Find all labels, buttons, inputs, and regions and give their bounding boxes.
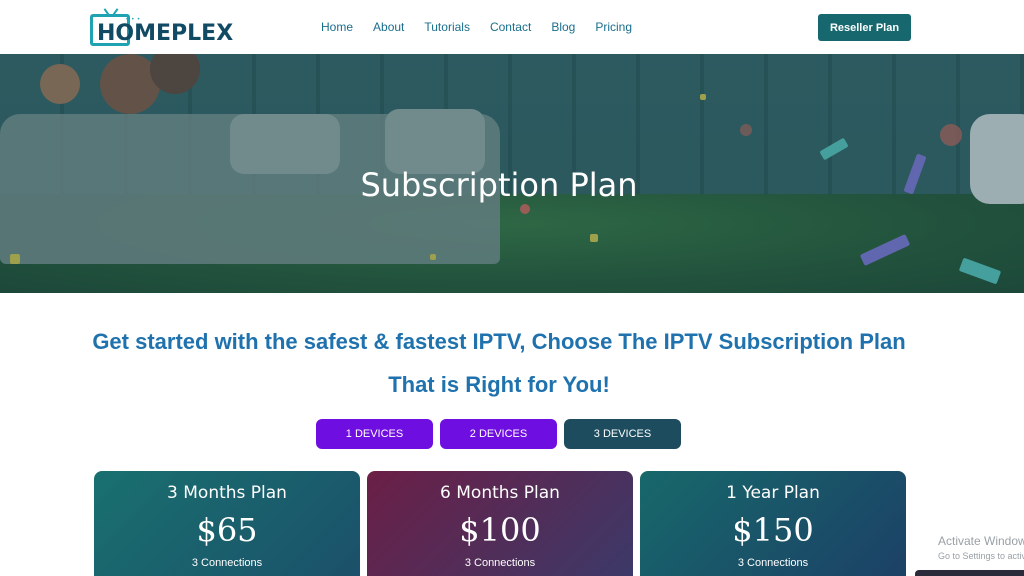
tab-3-devices[interactable]: 3 DEVICES xyxy=(564,419,681,449)
plan-name: 6 Months Plan xyxy=(440,483,560,503)
plan-card-3-months[interactable]: 3 Months Plan $65 3 Connections xyxy=(94,471,360,576)
plan-connections: 3 Connections xyxy=(464,557,536,569)
antenna-icon xyxy=(104,8,118,16)
tab-2-devices[interactable]: 2 DEVICES xyxy=(440,419,557,449)
plan-price: $150 xyxy=(732,511,814,549)
nav-about[interactable]: About xyxy=(363,20,414,34)
plan-name: 3 Months Plan xyxy=(167,483,287,503)
nav-contact[interactable]: Contact xyxy=(480,20,541,34)
device-tabs: 1 DEVICES 2 DEVICES 3 DEVICES xyxy=(316,419,681,449)
plan-connections: 3 Connections xyxy=(737,557,809,569)
tab-1-devices[interactable]: 1 DEVICES xyxy=(316,419,433,449)
plan-price: $65 xyxy=(196,511,258,549)
plan-card-1-year[interactable]: 1 Year Plan $150 3 Connections xyxy=(640,471,906,576)
pricing-tagline: Get started with the safest & fastest IP… xyxy=(92,329,906,397)
plan-name: 1 Year Plan xyxy=(726,483,820,503)
hero-banner: Subscription Plan xyxy=(0,54,1024,293)
plan-price: $100 xyxy=(459,511,541,549)
plan-card-6-months[interactable]: 6 Months Plan $100 3 Connections xyxy=(367,471,633,576)
homeplex-logo[interactable]: • • • HOMEPLEX xyxy=(90,8,233,46)
watermark-title: Activate Windows xyxy=(938,534,1024,548)
activate-windows-watermark: Activate Windows Go to Settings to activ… xyxy=(938,534,1024,561)
nav-pricing[interactable]: Pricing xyxy=(585,20,642,34)
watermark-subtitle: Go to Settings to activate Windows. xyxy=(938,551,1024,561)
plan-cards: 3 Months Plan $65 3 Connections 6 Months… xyxy=(94,471,906,576)
page-title: Subscription Plan xyxy=(360,166,638,204)
plan-connections: 3 Connections xyxy=(191,557,263,569)
main-nav: Home About Tutorials Contact Blog Pricin… xyxy=(311,0,642,54)
chat-widget-edge[interactable] xyxy=(915,570,1024,576)
site-header: • • • HOMEPLEX Home About Tutorials Cont… xyxy=(0,0,1024,54)
nav-home[interactable]: Home xyxy=(311,20,363,34)
nav-blog[interactable]: Blog xyxy=(541,20,585,34)
reseller-plan-button[interactable]: Reseller Plan xyxy=(818,14,911,41)
logo-text: HOMEPLEX xyxy=(97,21,234,46)
nav-tutorials[interactable]: Tutorials xyxy=(414,20,480,34)
